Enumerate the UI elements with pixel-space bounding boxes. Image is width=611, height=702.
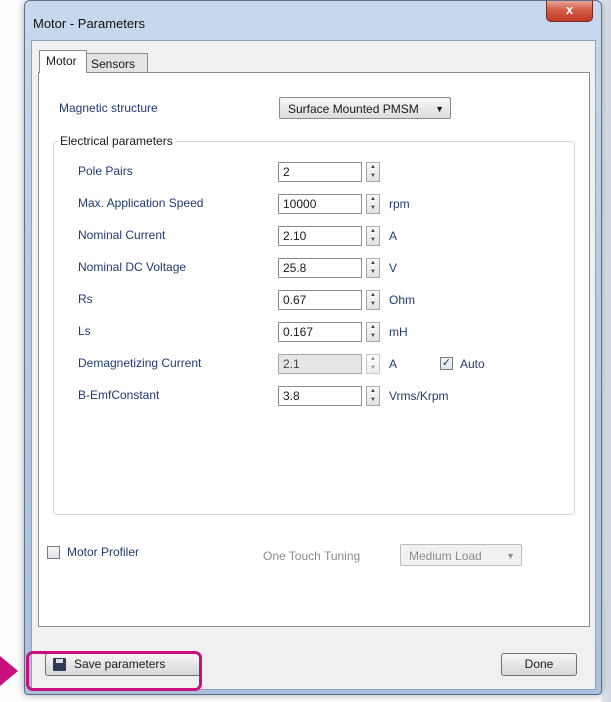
spin-down-icon[interactable]: ▼: [367, 300, 379, 309]
one-touch-tuning-select: Medium Load ▼: [400, 544, 522, 566]
motor-tab-panel: Magnetic structure Surface Mounted PMSM …: [38, 72, 590, 627]
spin-up-icon[interactable]: ▲: [367, 387, 379, 396]
spin-down-icon[interactable]: ▼: [367, 268, 379, 277]
auto-checkbox[interactable]: ✓: [440, 357, 453, 370]
rs-label: Rs: [78, 292, 93, 306]
save-button-highlight: [26, 651, 202, 691]
demagnetizing-current-input: 2.1: [278, 354, 362, 374]
bemf-constant-spinner[interactable]: ▲ ▼: [366, 386, 380, 406]
ls-input[interactable]: 0.167: [278, 322, 362, 342]
spin-down-icon[interactable]: ▼: [367, 172, 379, 181]
max-speed-label: Max. Application Speed: [78, 196, 204, 210]
tab-motor[interactable]: Motor: [39, 50, 87, 73]
spin-up-icon[interactable]: ▲: [367, 323, 379, 332]
magnetic-structure-value: Surface Mounted PMSM: [288, 102, 419, 116]
nominal-current-label: Nominal Current: [78, 228, 166, 242]
electrical-parameters-group: Electrical parameters Pole Pairs 2 ▲ ▼ Ma…: [53, 134, 575, 515]
tab-sensors[interactable]: Sensors: [84, 53, 148, 73]
dialog-client-area: Motor Sensors Magnetic structure Surface…: [31, 40, 596, 690]
spin-down-icon[interactable]: ▼: [367, 236, 379, 245]
checkmark-icon: ✓: [441, 357, 452, 369]
bemf-constant-unit: Vrms/Krpm: [389, 389, 449, 403]
one-touch-tuning-label: One Touch Tuning: [263, 549, 361, 563]
nominal-dc-voltage-input[interactable]: 25.8: [278, 258, 362, 278]
ls-label: Ls: [78, 324, 91, 338]
bemf-constant-input[interactable]: 3.8: [278, 386, 362, 406]
spin-up-icon: ▲: [370, 356, 376, 362]
dropdown-arrow-icon: ▼: [506, 551, 515, 561]
pole-pairs-input[interactable]: 2: [278, 162, 362, 182]
max-speed-input[interactable]: 10000: [278, 194, 362, 214]
spin-up-icon[interactable]: ▲: [367, 291, 379, 300]
nominal-dc-voltage-unit: V: [389, 261, 398, 275]
nominal-dc-voltage-spinner[interactable]: ▲ ▼: [366, 258, 380, 278]
pointer-arrow-icon: [0, 656, 18, 686]
spin-down-icon[interactable]: ▼: [367, 396, 379, 405]
dropdown-arrow-icon: ▼: [435, 104, 444, 114]
motor-profiler-checkbox[interactable]: [47, 546, 60, 559]
nominal-current-input[interactable]: 2.10: [278, 226, 362, 246]
spin-up-icon[interactable]: ▲: [367, 195, 379, 204]
rs-input[interactable]: 0.67: [278, 290, 362, 310]
one-touch-tuning-value: Medium Load: [409, 549, 482, 563]
nominal-current-spinner[interactable]: ▲ ▼: [366, 226, 380, 246]
max-speed-spinner[interactable]: ▲ ▼: [366, 194, 380, 214]
motor-profiler-label: Motor Profiler: [67, 545, 140, 559]
spin-down-icon[interactable]: ▼: [367, 204, 379, 213]
magnetic-structure-label: Magnetic structure: [59, 101, 158, 115]
nominal-dc-voltage-label: Nominal DC Voltage: [78, 260, 187, 274]
demagnetizing-current-spinner: ▲ ▼: [366, 354, 380, 374]
pole-pairs-spinner[interactable]: ▲ ▼: [366, 162, 380, 182]
magnetic-structure-select[interactable]: Surface Mounted PMSM ▼: [279, 97, 451, 119]
window-title: Motor - Parameters: [33, 16, 145, 31]
electrical-parameters-title: Electrical parameters: [58, 134, 175, 148]
rs-unit: Ohm: [389, 293, 416, 307]
spin-down-icon[interactable]: ▼: [367, 332, 379, 341]
max-speed-unit: rpm: [389, 197, 410, 211]
close-icon[interactable]: x: [546, 1, 593, 22]
spin-down-icon: ▼: [370, 365, 376, 371]
done-button[interactable]: Done: [501, 653, 577, 676]
pole-pairs-label: Pole Pairs: [78, 164, 133, 178]
ls-spinner[interactable]: ▲ ▼: [366, 322, 380, 342]
spin-up-icon[interactable]: ▲: [367, 259, 379, 268]
auto-label: Auto: [460, 357, 485, 371]
motor-parameters-window: Motor - Parameters x Motor Sensors Magne…: [24, 0, 602, 695]
spin-up-icon[interactable]: ▲: [367, 163, 379, 172]
spin-up-icon[interactable]: ▲: [367, 227, 379, 236]
desktop-edge: [601, 0, 611, 702]
nominal-current-unit: A: [389, 229, 398, 243]
bemf-constant-label: B-EmfConstant: [78, 388, 160, 402]
demagnetizing-current-label: Demagnetizing Current: [78, 356, 202, 370]
ls-unit: mH: [389, 325, 408, 339]
demagnetizing-current-unit: A: [389, 357, 398, 371]
rs-spinner[interactable]: ▲ ▼: [366, 290, 380, 310]
